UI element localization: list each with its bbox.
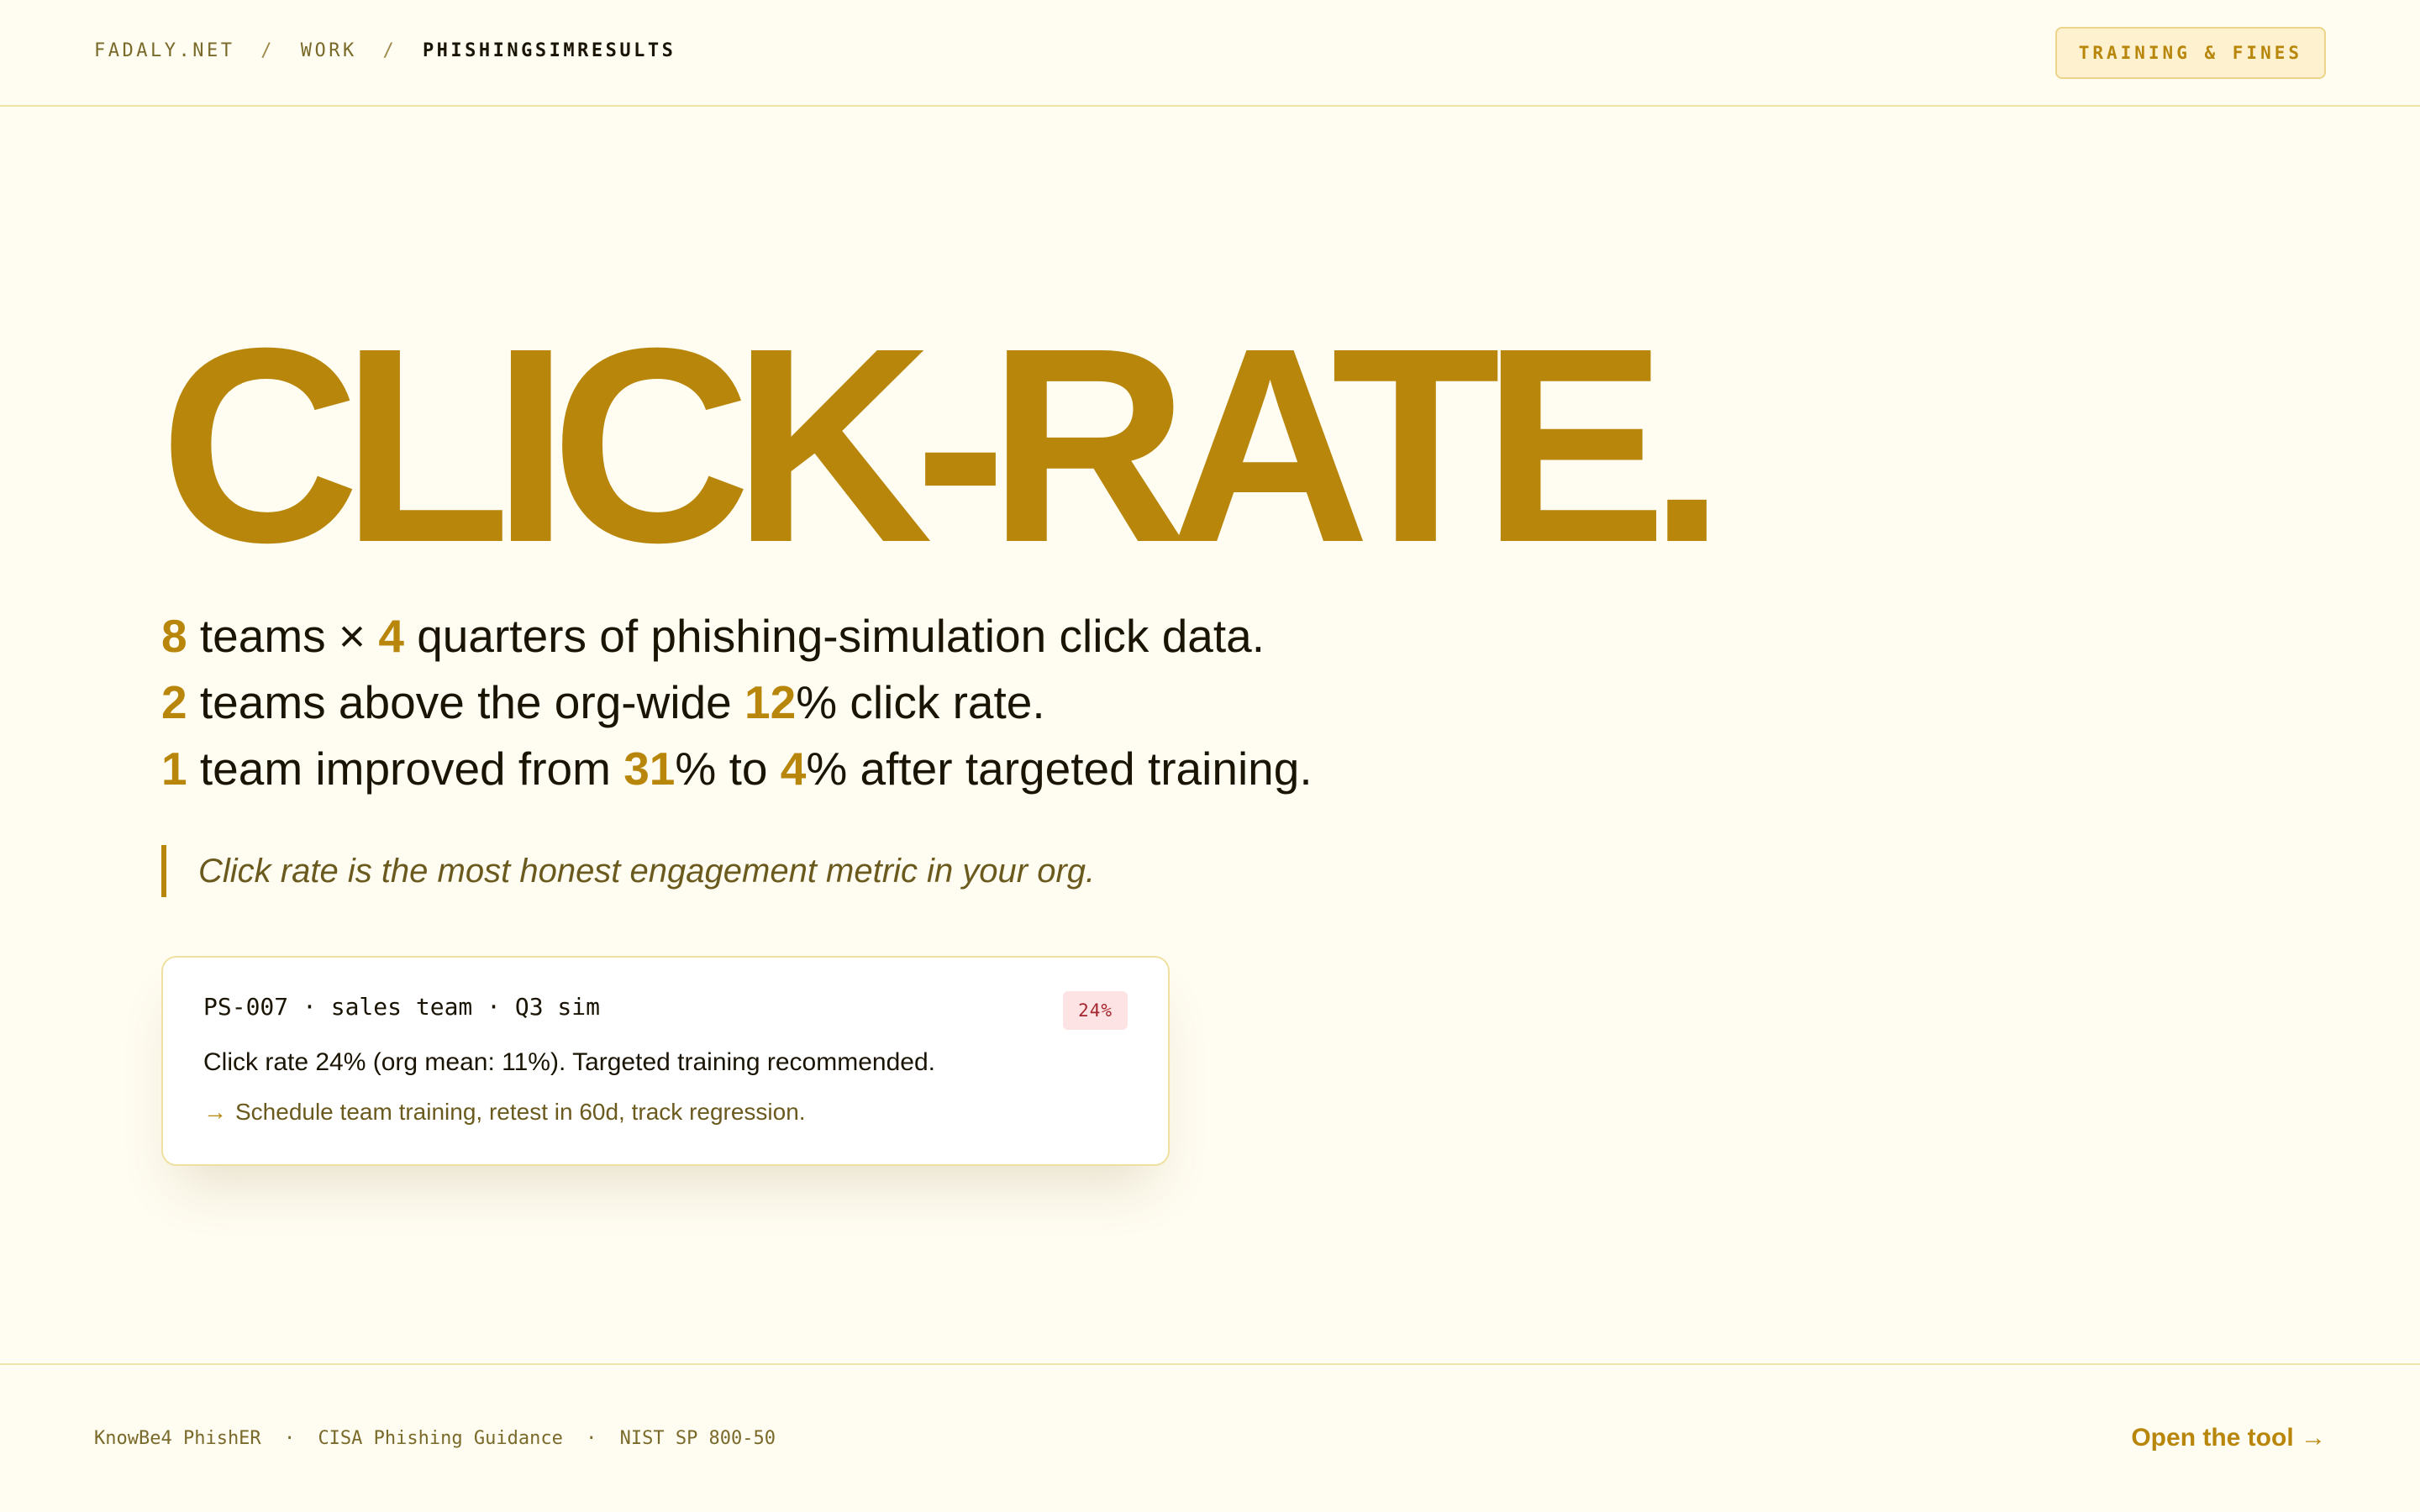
source-item: CISA Phishing Guidance [318, 1428, 563, 1449]
breadcrumb-home-link[interactable]: FADALY.NET [94, 40, 234, 61]
stat-number: 12 [744, 676, 797, 728]
source-list: KnowBe4 PhishER · CISA Phishing Guidance… [94, 1428, 776, 1449]
click-rate-badge: 24% [1063, 991, 1128, 1030]
source-separator: · [586, 1428, 597, 1449]
page-title: CLICK-RATE. [160, 290, 1726, 600]
stat-number: 4 [780, 743, 807, 795]
finding-action: → Schedule team training, retest in 60d, … [203, 1099, 806, 1126]
breadcrumb-separator: / [382, 40, 397, 61]
stat-number: 2 [161, 676, 187, 728]
stat-number: 4 [378, 610, 404, 662]
stat-line-above-rate: 2 teams above the org-wide 12% click rat… [161, 669, 1313, 736]
breadcrumb: FADALY.NET / WORK / PHISHINGSIMRESULTS [94, 40, 676, 61]
breadcrumb-current: PHISHINGSIMRESULTS [422, 40, 676, 61]
finding-header: PS-007 · sales team · Q3 sim [203, 993, 601, 1021]
stat-number: 8 [161, 610, 187, 662]
arrow-right-icon: → [203, 1099, 227, 1125]
finding-description: Click rate 24% (org mean: 11%). Targeted… [203, 1048, 935, 1076]
stat-text: % after targeted training. [806, 743, 1313, 795]
stat-text: quarters of phishing-simulation click da… [403, 610, 1265, 662]
stat-line-improved: 1 team improved from 31% to 4% after tar… [161, 736, 1313, 802]
stat-text: teams above the org-wide [187, 676, 745, 728]
stat-text: % click rate. [796, 676, 1045, 728]
source-separator: · [283, 1428, 296, 1449]
action-text: Schedule team training, retest in 60d, t… [235, 1099, 806, 1125]
stats-summary: 8 teams × 4 quarters of phishing-simulat… [161, 603, 1313, 802]
breadcrumb-separator: / [260, 40, 275, 61]
category-badge: TRAINING & FINES [2054, 27, 2326, 79]
stat-number: 31 [623, 743, 676, 795]
page: FADALY.NET / WORK / PHISHINGSIMRESULTS T… [0, 0, 2420, 1512]
stat-text: team improved from [187, 743, 624, 795]
stat-text: % to [675, 743, 781, 795]
source-item: NIST SP 800-50 [619, 1428, 776, 1449]
footer: KnowBe4 PhishER · CISA Phishing Guidance… [0, 1363, 2420, 1512]
source-item: KnowBe4 PhishER [94, 1428, 261, 1449]
open-tool-link[interactable]: Open the tool → [2131, 1424, 2326, 1452]
breadcrumb-work-link[interactable]: WORK [301, 40, 357, 61]
stat-line-teams: 8 teams × 4 quarters of phishing-simulat… [161, 603, 1313, 669]
stat-number: 1 [161, 743, 187, 795]
finding-card: PS-007 · sales team · Q3 sim 24% Click r… [161, 956, 1170, 1166]
pull-quote: Click rate is the most honest engagement… [161, 845, 1095, 897]
stat-text: teams × [187, 610, 379, 662]
top-bar: FADALY.NET / WORK / PHISHINGSIMRESULTS T… [0, 0, 2420, 107]
